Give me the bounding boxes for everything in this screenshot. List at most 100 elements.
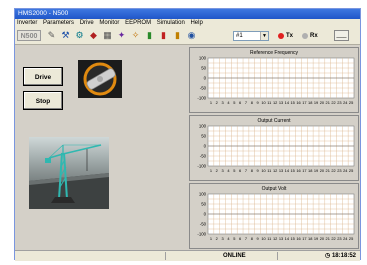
x-tick-label: 16 [296,168,300,173]
y-tick-label: 100 [199,56,207,61]
drive-button[interactable]: Drive [23,67,63,86]
connection-status: ONLINE [223,253,246,259]
tx-led-icon [278,33,284,39]
bottle-icon[interactable]: ▮ [172,30,183,41]
x-tick-label: 5 [233,168,235,173]
menu-monitor[interactable]: Monitor [97,19,121,28]
x-tick-label: 25 [349,236,353,241]
magic-icon[interactable]: ✦ [116,30,127,41]
chart-plot: 100500-50-1001 2 3 4 5 6 7 8 9 10 11 12 13 14 15 16 17 18… [197,124,355,173]
gear-icon[interactable]: ⚙ [74,30,85,41]
x-tick-label: 17 [302,100,306,105]
x-tick-label: 18 [308,236,312,241]
menu-eeprom[interactable]: EEPROM [123,19,153,28]
x-tick-label: 16 [296,236,300,241]
y-tick-label: 0 [204,144,207,149]
x-tick-label: 13 [279,100,283,105]
x-tick-label: 14 [285,168,290,173]
x-tick-label: 18 [308,168,312,173]
x-tick-label: 10 [261,100,266,105]
y-tick-label: 0 [204,212,207,217]
x-tick-label: 3 [222,168,224,173]
x-tick-label: 25 [349,100,353,105]
tools-icon[interactable]: ✧ [130,30,141,41]
x-tick-label: 1 [210,236,212,241]
y-tick-label: -50 [200,154,207,159]
menu-inverter[interactable]: Inverter [15,19,39,28]
bottle-icon[interactable]: ▮ [158,30,169,41]
output-volt-chart: Output Volt 100 50 0 -50 -100 1 2 3 4 5 6 7 8 9 10 11 12… [189,183,359,249]
menu-bar: Inverter Parameters Drive Monitor EEPROM… [15,19,360,28]
x-tick-label: 19 [314,236,318,241]
x-tick-label: 1 [210,168,212,173]
title-bar: HMS2000 - N500 [15,9,360,19]
y-tick-label: -100 [197,232,206,237]
hammer-icon[interactable]: ⚒ [60,30,71,41]
toolbar: N500 ✎ ⚒ ⚙ ◆ ▦ ✦ ✧ ▮ ▮ ▮ ◉ #1 ▼ Tx Rx __… [15,28,360,45]
x-tick-label: 7 [245,168,247,173]
x-tick-label: 8 [251,168,253,173]
x-tick-label: 19 [314,168,318,173]
car-icon[interactable]: ◆ [88,30,99,41]
chart-panel: Reference Frequency 100 50 0 -50 -100 1 2 3 4 5 6 7… [187,45,360,250]
x-tick-label: 22 [331,100,335,105]
x-tick-label: 12 [273,100,277,105]
x-tick-label: 15 [291,168,295,173]
x-tick-label: 7 [245,236,247,241]
x-tick-label: 6 [239,168,241,173]
control-panel: Drive Stop [15,45,187,250]
x-tick-label: 11 [267,236,271,241]
x-tick-label: 14 [285,236,290,241]
disk-icon[interactable]: ◉ [186,30,197,41]
x-tick-label: 14 [285,100,290,105]
x-tick-label: 23 [337,100,341,105]
x-tick-label: 24 [343,168,348,173]
x-tick-label: 4 [227,236,230,241]
motor-image [78,60,122,98]
x-tick-label: 18 [308,100,312,105]
x-tick-label: 8 [251,100,253,105]
y-tick-label: 100 [199,124,207,129]
x-tick-label: 3 [222,100,224,105]
x-tick-label: 6 [239,100,241,105]
x-tick-label: 9 [257,236,259,241]
x-tick-label: 22 [331,236,335,241]
y-tick-label: 50 [201,134,206,139]
chevron-down-icon[interactable]: ▼ [260,32,268,40]
stop-button[interactable]: Stop [23,91,63,110]
clock-icon: ◷ [325,253,331,259]
menu-parameters[interactable]: Parameters [41,19,76,28]
x-tick-label: 21 [326,236,330,241]
device-select[interactable]: #1 ▼ [233,31,269,41]
x-tick-label: 2 [216,168,218,173]
x-tick-label: 22 [331,168,335,173]
wrench-icon[interactable]: ✎ [46,30,57,41]
extra-button[interactable]: ___ [334,30,349,41]
x-tick-label: 23 [337,236,341,241]
status-divider [277,252,278,260]
x-tick-label: 12 [273,236,277,241]
x-tick-label: 25 [349,168,353,173]
menu-help[interactable]: Help [188,19,204,28]
x-tick-label: 2 [216,100,218,105]
x-tick-label: 11 [267,100,271,105]
x-tick-label: 20 [320,100,325,105]
main-window: HMS2000 - N500 Inverter Parameters Drive… [14,8,361,261]
chip-icon[interactable]: ▦ [102,30,113,41]
x-tick-label: 4 [227,168,230,173]
rx-led-icon [302,33,308,39]
window-title: HMS2000 - N500 [18,10,69,17]
x-tick-label: 6 [239,236,241,241]
x-tick-label: 12 [273,168,277,173]
chart-plot: 100500-50-1001 2 3 4 5 6 7 8 9 10 11 12 13 14 15 16 17 18… [197,192,355,241]
menu-drive[interactable]: Drive [78,19,96,28]
crane-image [29,144,109,209]
x-tick-label: 13 [279,168,283,173]
rx-label: Rx [310,33,318,39]
menu-simulation[interactable]: Simulation [155,19,187,28]
x-tick-label: 21 [326,100,330,105]
x-tick-label: 2 [216,236,218,241]
x-tick-label: 9 [257,168,259,173]
bottle-icon[interactable]: ▮ [144,30,155,41]
status-bar: ONLINE ◷ 18:18:52 [15,250,360,261]
